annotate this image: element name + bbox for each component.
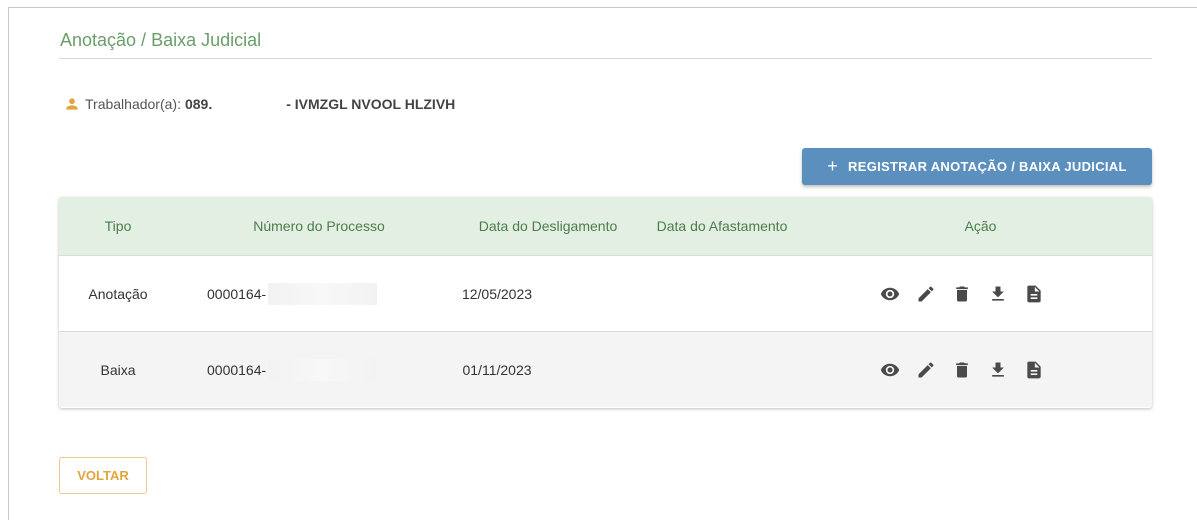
register-annotation-label: REGISTRAR ANOTAÇÃO / BAIXA JUDICIAL bbox=[848, 159, 1127, 174]
cell-tipo: Baixa bbox=[100, 361, 136, 378]
view-icon[interactable] bbox=[880, 360, 900, 380]
worker-cpf: 089. bbox=[184, 96, 213, 112]
cell-tipo: Anotação bbox=[88, 285, 148, 302]
cell-acao bbox=[817, 284, 1107, 304]
register-annotation-button[interactable]: + REGISTRAR ANOTAÇÃO / BAIXA JUDICIAL bbox=[802, 148, 1152, 185]
page-title: Anotação / Baixa Judicial bbox=[60, 30, 262, 50]
cell-acao bbox=[817, 360, 1107, 380]
document-icon[interactable] bbox=[1024, 360, 1044, 380]
view-icon[interactable] bbox=[880, 284, 900, 304]
back-button[interactable]: VOLTAR bbox=[59, 457, 147, 494]
process-table: Tipo Número do Processo Data do Desligam… bbox=[59, 197, 1152, 408]
cell-data-desligamento: 12/05/2023 bbox=[461, 285, 533, 302]
processo-number: 0000164- bbox=[207, 285, 267, 302]
edit-icon[interactable] bbox=[916, 360, 936, 380]
table-row: Anotação 0000164- 12/05/2023 bbox=[59, 255, 1152, 331]
download-icon[interactable] bbox=[988, 360, 1008, 380]
document-icon[interactable] bbox=[1024, 284, 1044, 304]
title-divider bbox=[59, 58, 1152, 59]
download-icon[interactable] bbox=[988, 284, 1008, 304]
processo-redaction bbox=[268, 282, 377, 305]
worker-label: Trabalhador(a): bbox=[85, 96, 181, 112]
worker-name: - IVMZGL NVOOL HLZIVH bbox=[286, 96, 456, 112]
delete-icon[interactable] bbox=[952, 360, 972, 380]
header-data-afastamento: Data do Afastamento bbox=[656, 218, 788, 234]
cpf-redaction bbox=[212, 96, 287, 112]
processo-number: 0000164- bbox=[207, 361, 267, 378]
table-row: Baixa 0000164- 01/11/2023 bbox=[59, 331, 1152, 407]
worker-info: Trabalhador(a): 089. - IVMZGL NVOOL HLZI… bbox=[65, 94, 455, 114]
person-icon bbox=[65, 97, 79, 111]
table-header: Tipo Número do Processo Data do Desligam… bbox=[59, 197, 1152, 255]
cell-processo: 0000164- bbox=[177, 358, 377, 381]
processo-redaction bbox=[268, 358, 377, 381]
cell-data-desligamento: 01/11/2023 bbox=[462, 361, 532, 378]
delete-icon[interactable] bbox=[952, 284, 972, 304]
header-data-desligamento: Data do Desligamento bbox=[478, 218, 618, 234]
plus-icon: + bbox=[827, 156, 839, 176]
header-tipo: Tipo bbox=[104, 218, 132, 234]
header-acao: Ação bbox=[964, 218, 997, 234]
edit-icon[interactable] bbox=[916, 284, 936, 304]
header-numero-processo: Número do Processo bbox=[253, 218, 385, 234]
cell-processo: 0000164- bbox=[177, 282, 377, 305]
